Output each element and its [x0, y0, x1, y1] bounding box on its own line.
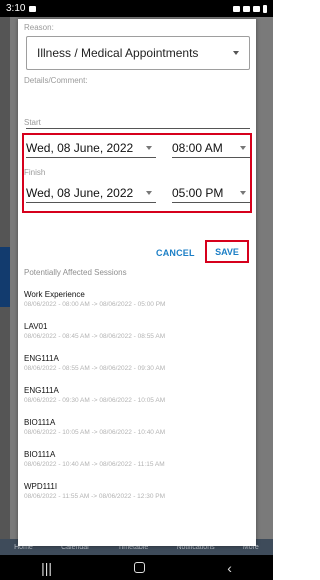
session-name: ENG111A — [24, 354, 59, 363]
gallery-icon — [29, 5, 37, 12]
session-name: BIO111A — [24, 418, 56, 427]
sessions-list: Work Experience 08/06/2022 - 08:00 AM ->… — [24, 290, 250, 514]
session-time: 08/06/2022 - 10:40 AM -> 08/06/2022 - 11… — [24, 461, 165, 468]
save-button[interactable]: SAVE — [205, 240, 249, 263]
chevron-down-icon — [240, 190, 246, 195]
start-time-value: 08:00 AM — [172, 140, 223, 155]
reason-label: Reason: — [24, 23, 54, 32]
details-input[interactable] — [26, 128, 250, 129]
start-date-value: Wed, 08 June, 2022 — [26, 140, 134, 155]
finish-date-value: Wed, 08 June, 2022 — [26, 185, 134, 200]
reason-select[interactable]: Illness / Medical Appointments — [26, 36, 250, 70]
start-label: Start — [24, 118, 41, 127]
list-item: BIO111A 08/06/2022 - 10:40 AM -> 08/06/2… — [24, 450, 250, 482]
session-time: 08/06/2022 - 09:30 AM -> 08/06/2022 - 10… — [24, 397, 166, 404]
absence-dialog: Reason: Illness / Medical Appointments D… — [18, 19, 256, 546]
list-item: WPD111I 08/06/2022 - 11:55 AM -> 08/06/2… — [24, 482, 250, 514]
session-name: BIO111A — [24, 450, 56, 459]
status-icons — [233, 4, 267, 13]
start-row: Wed, 08 June, 2022 08:00 AM — [26, 138, 250, 158]
mute-icon — [233, 5, 240, 12]
start-time-select[interactable]: 08:00 AM — [172, 138, 250, 158]
list-item: Work Experience 08/06/2022 - 08:00 AM ->… — [24, 290, 250, 322]
session-time: 08/06/2022 - 08:55 AM -> 08/06/2022 - 09… — [24, 365, 166, 372]
status-bar: 3:10 — [0, 0, 273, 17]
chevron-down-icon — [146, 145, 152, 150]
sessions-title: Potentially Affected Sessions — [24, 268, 127, 277]
list-item: BIO111A 08/06/2022 - 10:05 AM -> 08/06/2… — [24, 418, 250, 450]
reason-value: Illness / Medical Appointments — [37, 46, 199, 60]
start-date-select[interactable]: Wed, 08 June, 2022 — [26, 138, 156, 158]
chevron-down-icon — [233, 51, 239, 55]
system-nav-bar: ||| ‹ — [0, 555, 273, 580]
wifi-icon — [243, 5, 250, 12]
dialog-actions: CANCEL SAVE — [18, 240, 256, 270]
recent-apps-icon[interactable]: ||| — [41, 560, 52, 576]
battery-icon — [263, 4, 267, 13]
finish-label: Finish — [24, 168, 46, 177]
session-name: Work Experience — [24, 290, 85, 299]
session-time: 08/06/2022 - 11:55 AM -> 08/06/2022 - 12… — [24, 493, 165, 500]
session-name: ENG111A — [24, 386, 59, 395]
session-time: 08/06/2022 - 08:45 AM -> 08/06/2022 - 08… — [24, 333, 166, 340]
chevron-down-icon — [240, 145, 246, 150]
finish-time-select[interactable]: 05:00 PM — [172, 183, 250, 203]
chevron-down-icon — [146, 190, 152, 195]
list-item: ENG111A 08/06/2022 - 09:30 AM -> 08/06/2… — [24, 386, 250, 418]
finish-row: Wed, 08 June, 2022 05:00 PM — [26, 183, 250, 203]
signal-icon — [253, 5, 260, 12]
finish-time-value: 05:00 PM — [172, 185, 224, 200]
back-icon[interactable]: ‹ — [227, 560, 232, 576]
status-time: 3:10 — [6, 3, 26, 14]
session-name: LAV01 — [24, 322, 48, 331]
cancel-button[interactable]: CANCEL — [156, 248, 195, 258]
session-time: 08/06/2022 - 08:00 AM -> 08/06/2022 - 05… — [24, 301, 166, 308]
home-icon[interactable] — [134, 562, 146, 573]
save-button-label: SAVE — [215, 246, 239, 257]
list-item: ENG111A 08/06/2022 - 08:55 AM -> 08/06/2… — [24, 354, 250, 386]
background-accent — [0, 247, 10, 307]
details-label: Details/Comment: — [24, 76, 88, 85]
finish-date-select[interactable]: Wed, 08 June, 2022 — [26, 183, 156, 203]
list-item: LAV01 08/06/2022 - 08:45 AM -> 08/06/202… — [24, 322, 250, 354]
session-name: WPD111I — [24, 482, 58, 491]
session-time: 08/06/2022 - 10:05 AM -> 08/06/2022 - 10… — [24, 429, 166, 436]
